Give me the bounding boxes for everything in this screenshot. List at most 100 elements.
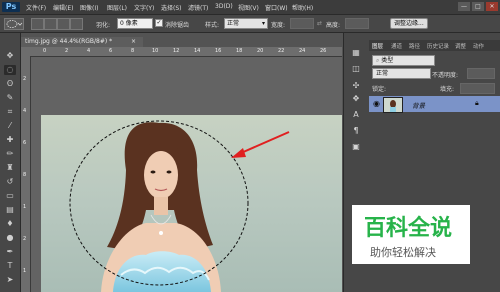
history-panel-icon[interactable]: ▦ xyxy=(350,47,362,58)
refine-edge-button[interactable]: 调整边缘... xyxy=(390,18,428,29)
menu-bar: Ps 文件(F) 编辑(E) 图像(I) 图层(L) 文字(Y) 选择(S) 滤… xyxy=(0,0,500,15)
document-title: timg.jpg @ 44.4%(RGB/8#) * xyxy=(25,38,113,45)
menu-layer[interactable]: 图层(L) xyxy=(107,3,127,12)
tab-layers[interactable]: 图层 xyxy=(372,42,383,50)
layer-thumbnail xyxy=(383,97,403,113)
fill-label: 填充: xyxy=(440,86,455,93)
ruler-number: 20 xyxy=(257,48,264,54)
dodge-tool-icon[interactable]: ● xyxy=(4,233,16,243)
lock-label: 锁定: xyxy=(372,86,387,93)
feather-input[interactable]: 0 像素 xyxy=(117,18,153,29)
opacity-input[interactable] xyxy=(467,68,495,79)
tools-panel: ✥ ◌ ʘ ✎ ⌗ ⁄ ✚ ✏ ♜ ↺ ▭ ▤ ♦ ● ✒ T ➤ xyxy=(0,33,21,292)
pen-tool-icon[interactable]: ✒ xyxy=(4,247,16,257)
menu-window[interactable]: 窗口(W) xyxy=(265,3,288,12)
ruler-horizontal: 0 2 4 6 8 10 12 14 16 18 20 22 24 26 xyxy=(21,47,342,57)
menu-type[interactable]: 文字(Y) xyxy=(134,3,154,12)
healing-brush-tool-icon[interactable]: ✚ xyxy=(4,135,16,145)
gradient-tool-icon[interactable]: ▤ xyxy=(4,205,16,215)
ruler-number: 6 xyxy=(23,140,27,146)
antialias-label: 消除锯齿 xyxy=(165,22,190,29)
ruler-number: 1 xyxy=(23,268,27,274)
style-select[interactable]: 正常 ▾ xyxy=(224,18,268,29)
quick-select-tool-icon[interactable]: ✎ xyxy=(4,93,16,103)
layer-filter-select[interactable]: ⌕ 类型 xyxy=(372,55,435,66)
tab-adjustments[interactable]: 调整 xyxy=(455,42,466,50)
photo-canvas[interactable] xyxy=(41,115,342,292)
antialias-checkbox[interactable]: ✓ xyxy=(155,19,163,27)
menu-file[interactable]: 文件(F) xyxy=(26,3,46,12)
menu-select[interactable]: 选择(S) xyxy=(161,3,182,12)
options-bar: 羽化: 0 像素 ✓ 消除锯齿 样式: 正常 ▾ 宽度: ⇄ 高度: 调整边缘..… xyxy=(0,15,500,33)
photoshop-logo: Ps xyxy=(2,2,20,12)
document-tab[interactable]: timg.jpg @ 44.4%(RGB/8#) * × xyxy=(21,37,143,47)
opacity-label: 不透明度: xyxy=(432,72,459,79)
menu-view[interactable]: 视图(V) xyxy=(238,3,259,12)
panel-tabs: 图层 通道 路径 历史记录 调整 动作 xyxy=(369,40,500,51)
height-input[interactable] xyxy=(345,18,369,29)
width-input[interactable] xyxy=(290,18,314,29)
eyedropper-tool-icon[interactable]: ⁄ xyxy=(4,121,16,131)
character-panel-icon[interactable]: A xyxy=(350,109,362,120)
blend-mode-select[interactable]: 正常 xyxy=(372,68,431,79)
blend-mode-value: 正常 xyxy=(376,70,389,77)
close-tab-icon[interactable]: × xyxy=(131,37,136,47)
tab-paths[interactable]: 路径 xyxy=(409,42,420,50)
ruler-number: 12 xyxy=(173,48,180,54)
swap-icon[interactable]: ⇄ xyxy=(317,20,322,27)
crop-tool-icon[interactable]: ⌗ xyxy=(4,107,16,117)
ellipse-marquee-preset-icon[interactable] xyxy=(4,18,24,30)
fill-input[interactable] xyxy=(460,83,495,94)
tab-history[interactable]: 历史记录 xyxy=(427,42,449,50)
feather-label: 羽化: xyxy=(96,22,111,29)
layer-name: 背景 xyxy=(412,102,425,110)
menu-image[interactable]: 图像(I) xyxy=(80,3,98,12)
brush-tool-icon[interactable]: ✏ xyxy=(4,149,16,159)
tab-channels[interactable]: 通道 xyxy=(391,42,402,50)
info-panel-icon[interactable]: ▣ xyxy=(350,141,362,152)
visibility-eye-icon[interactable]: ◉ xyxy=(373,99,380,108)
style-label: 样式: xyxy=(205,22,220,29)
window-controls: — □ ✕ xyxy=(456,2,498,11)
history-brush-tool-icon[interactable]: ↺ xyxy=(4,177,16,187)
menu-edit[interactable]: 编辑(E) xyxy=(53,3,73,12)
ruler-number: 2 xyxy=(65,48,69,54)
ruler-number: 2 xyxy=(23,236,27,242)
menu-3d[interactable]: 3D(D) xyxy=(215,3,233,10)
path-select-tool-icon[interactable]: ➤ xyxy=(4,275,16,285)
lock-icon: 🔒︎ xyxy=(475,99,479,107)
ruler-number: 4 xyxy=(23,108,27,114)
maximize-button[interactable]: □ xyxy=(472,2,484,11)
watermark-subtitle: 助你轻松解决 xyxy=(370,246,436,259)
ruler-number: 18 xyxy=(236,48,243,54)
ruler-vertical: 2 4 6 8 1 2 1 xyxy=(21,56,31,292)
ruler-number: 8 xyxy=(131,48,135,54)
style-value: 正常 xyxy=(227,20,240,27)
move-tool-icon[interactable]: ✥ xyxy=(4,51,16,61)
minimize-button[interactable]: — xyxy=(458,2,470,11)
ruler-number: 4 xyxy=(87,48,91,54)
close-button[interactable]: ✕ xyxy=(486,2,498,11)
ruler-number: 6 xyxy=(109,48,113,54)
tab-actions[interactable]: 动作 xyxy=(473,42,484,50)
paragraph-panel-icon[interactable]: ¶ xyxy=(350,125,362,136)
subtract-selection-icon[interactable] xyxy=(57,18,70,30)
ruler-number: 0 xyxy=(43,48,47,54)
blur-tool-icon[interactable]: ♦ xyxy=(4,219,16,229)
brush-panel-icon[interactable]: ✣ xyxy=(350,80,362,91)
eraser-tool-icon[interactable]: ▭ xyxy=(4,191,16,201)
clone-stamp-tool-icon[interactable]: ♜ xyxy=(4,163,16,173)
menu-help[interactable]: 帮助(H) xyxy=(292,3,313,12)
type-tool-icon[interactable]: T xyxy=(4,261,16,271)
ellipse-marquee-tool-icon[interactable]: ◌ xyxy=(4,65,16,75)
menu-filter[interactable]: 滤镜(T) xyxy=(188,3,208,12)
intersect-selection-icon[interactable] xyxy=(70,18,83,30)
lasso-tool-icon[interactable]: ʘ xyxy=(4,79,16,89)
chevron-down-icon: ▾ xyxy=(261,20,265,27)
add-to-selection-icon[interactable] xyxy=(44,18,57,30)
new-selection-icon[interactable] xyxy=(31,18,44,30)
properties-panel-icon[interactable]: ◫ xyxy=(350,63,362,74)
layer-filter-value: 类型 xyxy=(381,57,394,64)
brush-presets-icon[interactable]: ✥ xyxy=(350,93,362,104)
ruler-number: 16 xyxy=(215,48,222,54)
